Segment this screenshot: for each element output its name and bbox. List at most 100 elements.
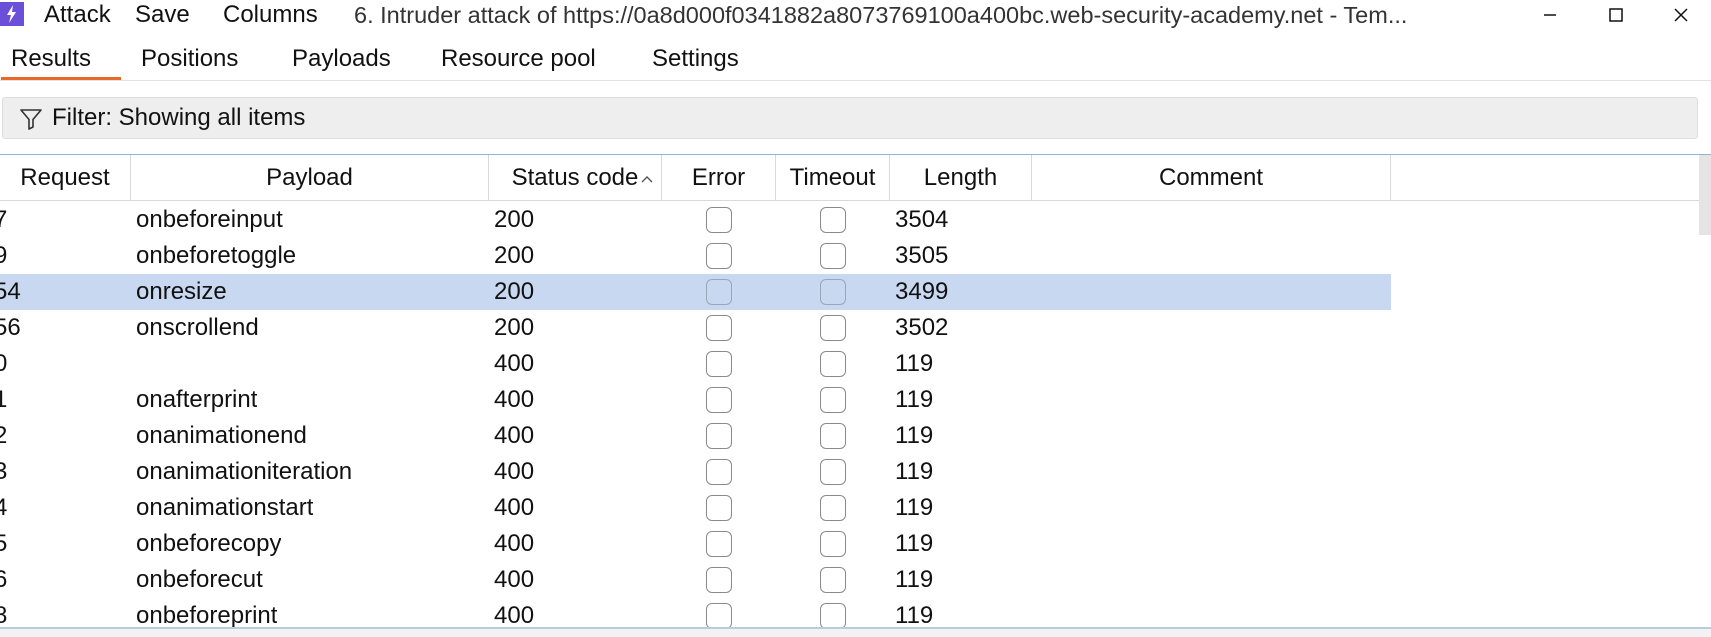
timeout-checkbox[interactable] bbox=[820, 495, 846, 521]
burp-app-icon bbox=[0, 2, 24, 26]
column-header-label: Timeout bbox=[789, 164, 876, 191]
menu-save[interactable]: Save bbox=[135, 0, 190, 30]
cell-status-code: 400 bbox=[494, 350, 535, 377]
cell-length: 119 bbox=[895, 530, 934, 557]
cell-request: 54 bbox=[0, 278, 21, 305]
column-header-timeout[interactable]: Timeout bbox=[776, 155, 890, 201]
vertical-scrollbar-thumb[interactable] bbox=[1699, 155, 1711, 235]
error-checkbox[interactable] bbox=[706, 243, 732, 269]
column-header-status-code[interactable]: Status code bbox=[489, 155, 662, 201]
cell-status-code: 200 bbox=[494, 278, 535, 305]
timeout-checkbox[interactable] bbox=[820, 207, 846, 233]
column-header-comment[interactable]: Comment bbox=[1032, 155, 1391, 201]
column-header-label: Payload bbox=[266, 164, 353, 191]
error-checkbox[interactable] bbox=[706, 567, 732, 593]
timeout-checkbox[interactable] bbox=[820, 603, 846, 629]
timeout-checkbox[interactable] bbox=[820, 351, 846, 377]
table-row[interactable]: 3 onanimationiteration 400 119 bbox=[0, 454, 1391, 490]
timeout-checkbox[interactable] bbox=[820, 423, 846, 449]
tab-results[interactable]: Results bbox=[0, 40, 122, 80]
filter-bar[interactable]: Filter: Showing all items bbox=[2, 97, 1698, 139]
timeout-checkbox[interactable] bbox=[820, 459, 846, 485]
error-checkbox[interactable] bbox=[706, 279, 732, 305]
cell-status-code: 400 bbox=[494, 494, 535, 521]
cell-length: 119 bbox=[895, 350, 934, 377]
error-checkbox[interactable] bbox=[706, 315, 732, 341]
cell-payload: onscrollend bbox=[136, 314, 259, 341]
cell-status-code: 400 bbox=[494, 530, 535, 557]
tab-positions[interactable]: Positions bbox=[141, 40, 238, 78]
cell-length: 3504 bbox=[895, 206, 949, 233]
cell-request: 0 bbox=[0, 350, 8, 377]
table-row[interactable]: 9 onbeforetoggle 200 3505 bbox=[0, 238, 1391, 274]
table-row[interactable]: 54 onresize 200 3499 bbox=[0, 274, 1391, 310]
table-row[interactable]: 0 400 119 bbox=[0, 346, 1391, 382]
filter-icon bbox=[20, 109, 42, 130]
timeout-checkbox[interactable] bbox=[820, 315, 846, 341]
cell-payload: onbeforetoggle bbox=[136, 242, 297, 269]
timeout-checkbox[interactable] bbox=[820, 531, 846, 557]
tabs-divider bbox=[0, 80, 1711, 81]
cell-request: 7 bbox=[0, 206, 8, 233]
timeout-checkbox[interactable] bbox=[820, 279, 846, 305]
error-checkbox[interactable] bbox=[706, 351, 732, 377]
table-row[interactable]: 1 onafterprint 400 119 bbox=[0, 382, 1391, 418]
table-row[interactable]: 6 onbeforecut 400 119 bbox=[0, 562, 1391, 598]
cell-status-code: 400 bbox=[494, 566, 535, 593]
timeout-checkbox[interactable] bbox=[820, 243, 846, 269]
cell-status-code: 400 bbox=[494, 422, 535, 449]
table-row[interactable]: 4 onanimationstart 400 119 bbox=[0, 490, 1391, 526]
cell-length: 119 bbox=[895, 566, 934, 593]
close-button[interactable] bbox=[1661, 0, 1701, 30]
table-row[interactable]: 7 onbeforeinput 200 3504 bbox=[0, 202, 1391, 238]
minimize-icon bbox=[1544, 14, 1556, 16]
cell-status-code: 200 bbox=[494, 206, 535, 233]
error-checkbox[interactable] bbox=[706, 531, 732, 557]
cell-request: 6 bbox=[0, 566, 8, 593]
filter-label: Filter: Showing all items bbox=[52, 104, 306, 131]
error-checkbox[interactable] bbox=[706, 459, 732, 485]
sort-ascending-icon bbox=[641, 176, 653, 183]
cell-status-code: 400 bbox=[494, 386, 535, 413]
cell-request: 3 bbox=[0, 458, 8, 485]
error-checkbox[interactable] bbox=[706, 603, 732, 629]
tab-settings[interactable]: Settings bbox=[652, 40, 739, 78]
horizontal-scrollbar[interactable] bbox=[0, 629, 1711, 637]
column-header-request[interactable]: Request bbox=[0, 155, 131, 201]
column-header-error[interactable]: Error bbox=[662, 155, 776, 201]
menu-attack[interactable]: Attack bbox=[44, 0, 111, 30]
tab-resource-pool[interactable]: Resource pool bbox=[441, 40, 596, 78]
cell-length: 119 bbox=[895, 386, 934, 413]
column-header-length[interactable]: Length bbox=[890, 155, 1032, 201]
column-header-label: Error bbox=[691, 164, 746, 191]
table-row[interactable]: 5 onbeforecopy 400 119 bbox=[0, 526, 1391, 562]
timeout-checkbox[interactable] bbox=[820, 387, 846, 413]
maximize-icon bbox=[1609, 8, 1623, 22]
cell-length: 119 bbox=[895, 422, 934, 449]
cell-length: 3499 bbox=[895, 278, 949, 305]
cell-status-code: 400 bbox=[494, 458, 535, 485]
cell-request: 1 bbox=[0, 386, 8, 413]
error-checkbox[interactable] bbox=[706, 423, 732, 449]
title-bar: Attack Save Columns 6. Intruder attack o… bbox=[0, 0, 1711, 32]
error-checkbox[interactable] bbox=[706, 207, 732, 233]
cell-request: 56 bbox=[0, 314, 21, 341]
cell-payload: onresize bbox=[136, 278, 227, 305]
cell-length: 119 bbox=[895, 494, 934, 521]
cell-status-code: 200 bbox=[494, 242, 535, 269]
maximize-button[interactable] bbox=[1596, 0, 1636, 30]
tab-bar: Results Positions Payloads Resource pool… bbox=[0, 40, 1711, 80]
tab-payloads[interactable]: Payloads bbox=[292, 40, 391, 78]
menu-columns[interactable]: Columns bbox=[223, 0, 318, 30]
error-checkbox[interactable] bbox=[706, 495, 732, 521]
minimize-button[interactable] bbox=[1530, 0, 1570, 30]
cell-payload: onafterprint bbox=[136, 386, 258, 413]
table-row[interactable]: 56 onscrollend 200 3502 bbox=[0, 310, 1391, 346]
column-header-label: Request bbox=[20, 164, 110, 191]
cell-payload: onanimationstart bbox=[136, 494, 314, 521]
timeout-checkbox[interactable] bbox=[820, 567, 846, 593]
error-checkbox[interactable] bbox=[706, 387, 732, 413]
column-header-payload[interactable]: Payload bbox=[131, 155, 489, 201]
cell-request: 2 bbox=[0, 422, 8, 449]
table-row[interactable]: 2 onanimationend 400 119 bbox=[0, 418, 1391, 454]
